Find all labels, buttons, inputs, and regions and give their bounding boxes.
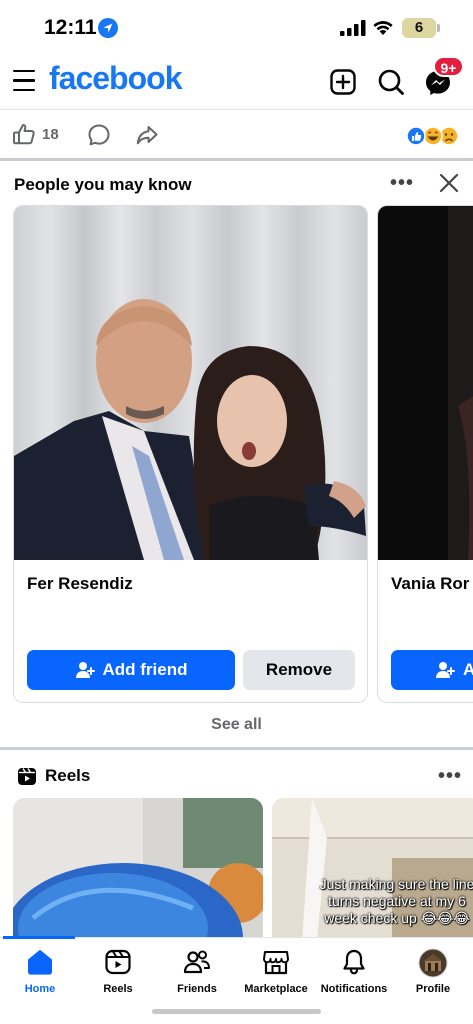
comment-icon[interactable] xyxy=(87,123,111,147)
reels-icon xyxy=(18,768,36,785)
tab-reels[interactable]: Reels xyxy=(78,948,158,1006)
status-bar: 12:11 6 xyxy=(0,0,473,56)
create-post-icon[interactable] xyxy=(329,68,357,96)
active-tab-indicator xyxy=(3,936,75,939)
share-icon[interactable] xyxy=(135,123,159,147)
wifi-icon xyxy=(373,21,393,35)
notification-badge: 9+ xyxy=(433,56,464,77)
pymk-title: People you may know xyxy=(14,175,192,194)
profile-photo[interactable] xyxy=(14,206,367,560)
add-friend-button[interactable]: Add friend xyxy=(27,650,235,690)
person-name[interactable]: Fer Resendiz xyxy=(27,574,133,594)
more-options-icon[interactable]: ••• xyxy=(438,765,462,788)
close-icon[interactable] xyxy=(438,172,460,194)
reel-thumbnail[interactable]: Just making sure the line turns negative… xyxy=(272,798,473,940)
tab-profile[interactable]: Profile xyxy=(393,948,473,1006)
reel-caption: Just making sure the line turns negative… xyxy=(319,876,473,926)
remove-button[interactable]: Remove xyxy=(243,650,355,690)
status-time: 12:11 xyxy=(44,16,97,39)
add-friend-label: Add friend xyxy=(102,660,188,679)
section-divider xyxy=(0,747,473,750)
cellular-signal-icon xyxy=(340,20,366,36)
battery-tip xyxy=(437,24,440,32)
search-icon[interactable] xyxy=(377,68,405,96)
friends-icon xyxy=(183,950,210,974)
reaction-emojis[interactable] xyxy=(405,125,461,147)
facebook-logo[interactable]: facebook xyxy=(49,60,182,97)
add-friend-button[interactable]: A xyxy=(391,650,473,690)
menu-icon[interactable] xyxy=(13,70,37,94)
tab-label-friends: Friends xyxy=(177,983,217,995)
reel-thumbnail[interactable] xyxy=(13,798,263,940)
reels-icon xyxy=(105,949,131,975)
pymk-card[interactable]: Vania Ror A xyxy=(377,205,473,703)
reels-title: Reels xyxy=(45,766,91,785)
add-friend-label: A xyxy=(463,660,473,680)
tab-label-home: Home xyxy=(24,983,56,995)
like-icon[interactable] xyxy=(12,122,36,146)
home-indicator[interactable] xyxy=(152,1009,321,1014)
pymk-card[interactable]: Fer Resendiz Add friend Remove xyxy=(13,205,368,703)
location-arrow-icon xyxy=(98,18,118,38)
add-friend-icon xyxy=(436,662,455,678)
marketplace-icon xyxy=(263,951,289,975)
more-options-icon[interactable]: ••• xyxy=(390,172,414,195)
tab-label-profile: Profile xyxy=(415,983,451,995)
like-count: 18 xyxy=(42,126,59,143)
tab-friends[interactable]: Friends xyxy=(157,948,237,1006)
tab-label-marketplace: Marketplace xyxy=(244,983,308,995)
profile-avatar xyxy=(418,948,448,978)
home-icon xyxy=(28,950,52,975)
person-name[interactable]: Vania Ror xyxy=(391,574,469,594)
battery-icon: 6 xyxy=(402,18,436,38)
profile-photo[interactable] xyxy=(378,206,473,560)
battery-level: 6 xyxy=(414,19,424,36)
app-header: facebook 9+ xyxy=(0,56,473,110)
add-friend-icon xyxy=(75,662,95,678)
bell-icon xyxy=(343,949,365,975)
tab-label-reels: Reels xyxy=(103,983,133,995)
see-all-link[interactable]: See all xyxy=(0,716,473,734)
post-actions-row: 18 xyxy=(0,111,473,157)
tab-label-notifications: Notifications xyxy=(320,983,388,995)
tab-home[interactable]: Home xyxy=(0,948,80,1006)
tab-marketplace[interactable]: Marketplace xyxy=(236,948,316,1006)
section-divider xyxy=(0,158,473,161)
tab-notifications[interactable]: Notifications xyxy=(314,948,394,1006)
